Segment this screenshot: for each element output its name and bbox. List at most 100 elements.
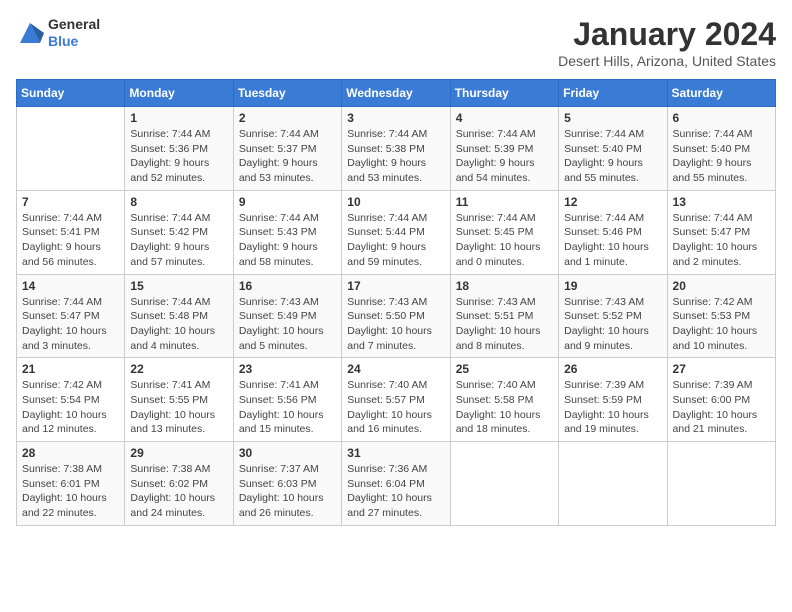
column-header-tuesday: Tuesday xyxy=(233,80,341,107)
day-info: Sunrise: 7:42 AM Sunset: 5:54 PM Dayligh… xyxy=(22,378,119,437)
calendar-cell: 2 Sunrise: 7:44 AM Sunset: 5:37 PM Daylig… xyxy=(233,107,341,191)
calendar-body: 1 Sunrise: 7:44 AM Sunset: 5:36 PM Daylig… xyxy=(17,107,776,526)
day-number: 17 xyxy=(347,279,444,293)
calendar-week-4: 21 Sunrise: 7:42 AM Sunset: 5:54 PM Dayli… xyxy=(17,358,776,442)
day-info: Sunrise: 7:39 AM Sunset: 5:59 PM Dayligh… xyxy=(564,378,661,437)
day-number: 14 xyxy=(22,279,119,293)
day-info: Sunrise: 7:39 AM Sunset: 6:00 PM Dayligh… xyxy=(673,378,770,437)
day-info: Sunrise: 7:36 AM Sunset: 6:04 PM Dayligh… xyxy=(347,462,444,521)
calendar-cell: 26 Sunrise: 7:39 AM Sunset: 5:59 PM Dayli… xyxy=(559,358,667,442)
calendar-cell: 22 Sunrise: 7:41 AM Sunset: 5:55 PM Dayli… xyxy=(125,358,233,442)
day-number: 22 xyxy=(130,362,227,376)
day-info: Sunrise: 7:42 AM Sunset: 5:53 PM Dayligh… xyxy=(673,295,770,354)
day-number: 20 xyxy=(673,279,770,293)
calendar-week-5: 28 Sunrise: 7:38 AM Sunset: 6:01 PM Dayli… xyxy=(17,442,776,526)
calendar-cell xyxy=(559,442,667,526)
day-number: 1 xyxy=(130,111,227,125)
calendar-cell xyxy=(667,442,775,526)
day-number: 31 xyxy=(347,446,444,460)
day-number: 13 xyxy=(673,195,770,209)
logo: General Blue xyxy=(16,16,100,50)
calendar-cell: 4Sunrise: 7:44 AM Sunset: 5:39 PM Daylig… xyxy=(450,107,558,191)
day-info: Sunrise: 7:44 AM Sunset: 5:47 PM Dayligh… xyxy=(22,295,119,354)
day-info: Sunrise: 7:44 AM Sunset: 5:37 PM Dayligh… xyxy=(239,127,336,186)
day-number: 2 xyxy=(239,111,336,125)
calendar-cell: 21 Sunrise: 7:42 AM Sunset: 5:54 PM Dayli… xyxy=(17,358,125,442)
logo-general: General xyxy=(48,16,100,33)
column-header-friday: Friday xyxy=(559,80,667,107)
calendar-cell: 6 Sunrise: 7:44 AM Sunset: 5:40 PM Daylig… xyxy=(667,107,775,191)
day-number: 28 xyxy=(22,446,119,460)
calendar-cell: 30 Sunrise: 7:37 AM Sunset: 6:03 PM Dayli… xyxy=(233,442,341,526)
calendar-cell: 12Sunrise: 7:44 AM Sunset: 5:46 PM Dayli… xyxy=(559,190,667,274)
calendar-cell: 11 Sunrise: 7:44 AM Sunset: 5:45 PM Dayli… xyxy=(450,190,558,274)
day-number: 21 xyxy=(22,362,119,376)
calendar-header-row: SundayMondayTuesdayWednesdayThursdayFrid… xyxy=(17,80,776,107)
month-title: January 2024 xyxy=(558,16,776,53)
day-number: 23 xyxy=(239,362,336,376)
page-header: General Blue January 2024 Desert Hills, … xyxy=(16,16,776,69)
day-number: 10 xyxy=(347,195,444,209)
calendar-cell: 23Sunrise: 7:41 AM Sunset: 5:56 PM Dayli… xyxy=(233,358,341,442)
column-header-saturday: Saturday xyxy=(667,80,775,107)
calendar-cell: 15 Sunrise: 7:44 AM Sunset: 5:48 PM Dayli… xyxy=(125,274,233,358)
calendar-cell: 18Sunrise: 7:43 AM Sunset: 5:51 PM Dayli… xyxy=(450,274,558,358)
day-info: Sunrise: 7:44 AM Sunset: 5:39 PM Dayligh… xyxy=(456,127,553,186)
day-number: 19 xyxy=(564,279,661,293)
calendar-cell: 7 Sunrise: 7:44 AM Sunset: 5:41 PM Daylig… xyxy=(17,190,125,274)
calendar-cell: 8 Sunrise: 7:44 AM Sunset: 5:42 PM Daylig… xyxy=(125,190,233,274)
calendar-week-1: 1 Sunrise: 7:44 AM Sunset: 5:36 PM Daylig… xyxy=(17,107,776,191)
day-number: 8 xyxy=(130,195,227,209)
day-info: Sunrise: 7:44 AM Sunset: 5:40 PM Dayligh… xyxy=(564,127,661,186)
calendar-cell: 14 Sunrise: 7:44 AM Sunset: 5:47 PM Dayli… xyxy=(17,274,125,358)
day-info: Sunrise: 7:38 AM Sunset: 6:02 PM Dayligh… xyxy=(130,462,227,521)
day-info: Sunrise: 7:44 AM Sunset: 5:46 PM Dayligh… xyxy=(564,211,661,270)
calendar-cell xyxy=(17,107,125,191)
logo-text: General Blue xyxy=(48,16,100,50)
day-number: 29 xyxy=(130,446,227,460)
day-info: Sunrise: 7:40 AM Sunset: 5:57 PM Dayligh… xyxy=(347,378,444,437)
day-info: Sunrise: 7:41 AM Sunset: 5:55 PM Dayligh… xyxy=(130,378,227,437)
day-info: Sunrise: 7:44 AM Sunset: 5:42 PM Dayligh… xyxy=(130,211,227,270)
day-number: 18 xyxy=(456,279,553,293)
calendar-table: SundayMondayTuesdayWednesdayThursdayFrid… xyxy=(16,79,776,526)
calendar-cell: 31 Sunrise: 7:36 AM Sunset: 6:04 PM Dayli… xyxy=(342,442,450,526)
day-info: Sunrise: 7:44 AM Sunset: 5:43 PM Dayligh… xyxy=(239,211,336,270)
column-header-wednesday: Wednesday xyxy=(342,80,450,107)
column-header-sunday: Sunday xyxy=(17,80,125,107)
day-number: 30 xyxy=(239,446,336,460)
calendar-cell: 27Sunrise: 7:39 AM Sunset: 6:00 PM Dayli… xyxy=(667,358,775,442)
day-number: 9 xyxy=(239,195,336,209)
location: Desert Hills, Arizona, United States xyxy=(558,53,776,69)
day-info: Sunrise: 7:44 AM Sunset: 5:48 PM Dayligh… xyxy=(130,295,227,354)
calendar-header: SundayMondayTuesdayWednesdayThursdayFrid… xyxy=(17,80,776,107)
day-info: Sunrise: 7:44 AM Sunset: 5:41 PM Dayligh… xyxy=(22,211,119,270)
day-number: 26 xyxy=(564,362,661,376)
day-info: Sunrise: 7:43 AM Sunset: 5:52 PM Dayligh… xyxy=(564,295,661,354)
day-info: Sunrise: 7:44 AM Sunset: 5:45 PM Dayligh… xyxy=(456,211,553,270)
day-number: 15 xyxy=(130,279,227,293)
logo-blue: Blue xyxy=(48,33,100,50)
logo-icon xyxy=(16,19,44,47)
calendar-cell: 16Sunrise: 7:43 AM Sunset: 5:49 PM Dayli… xyxy=(233,274,341,358)
day-number: 11 xyxy=(456,195,553,209)
calendar-cell: 10 Sunrise: 7:44 AM Sunset: 5:44 PM Dayli… xyxy=(342,190,450,274)
calendar-week-3: 14 Sunrise: 7:44 AM Sunset: 5:47 PM Dayli… xyxy=(17,274,776,358)
day-info: Sunrise: 7:38 AM Sunset: 6:01 PM Dayligh… xyxy=(22,462,119,521)
title-block: January 2024 Desert Hills, Arizona, Unit… xyxy=(558,16,776,69)
day-info: Sunrise: 7:44 AM Sunset: 5:38 PM Dayligh… xyxy=(347,127,444,186)
day-number: 7 xyxy=(22,195,119,209)
calendar-cell: 20 Sunrise: 7:42 AM Sunset: 5:53 PM Dayli… xyxy=(667,274,775,358)
day-number: 25 xyxy=(456,362,553,376)
column-header-monday: Monday xyxy=(125,80,233,107)
calendar-cell xyxy=(450,442,558,526)
day-info: Sunrise: 7:43 AM Sunset: 5:50 PM Dayligh… xyxy=(347,295,444,354)
day-info: Sunrise: 7:44 AM Sunset: 5:40 PM Dayligh… xyxy=(673,127,770,186)
day-number: 6 xyxy=(673,111,770,125)
calendar-cell: 19 Sunrise: 7:43 AM Sunset: 5:52 PM Dayli… xyxy=(559,274,667,358)
day-info: Sunrise: 7:44 AM Sunset: 5:44 PM Dayligh… xyxy=(347,211,444,270)
calendar-cell: 25Sunrise: 7:40 AM Sunset: 5:58 PM Dayli… xyxy=(450,358,558,442)
calendar-cell: 9 Sunrise: 7:44 AM Sunset: 5:43 PM Daylig… xyxy=(233,190,341,274)
day-info: Sunrise: 7:44 AM Sunset: 5:36 PM Dayligh… xyxy=(130,127,227,186)
day-info: Sunrise: 7:37 AM Sunset: 6:03 PM Dayligh… xyxy=(239,462,336,521)
